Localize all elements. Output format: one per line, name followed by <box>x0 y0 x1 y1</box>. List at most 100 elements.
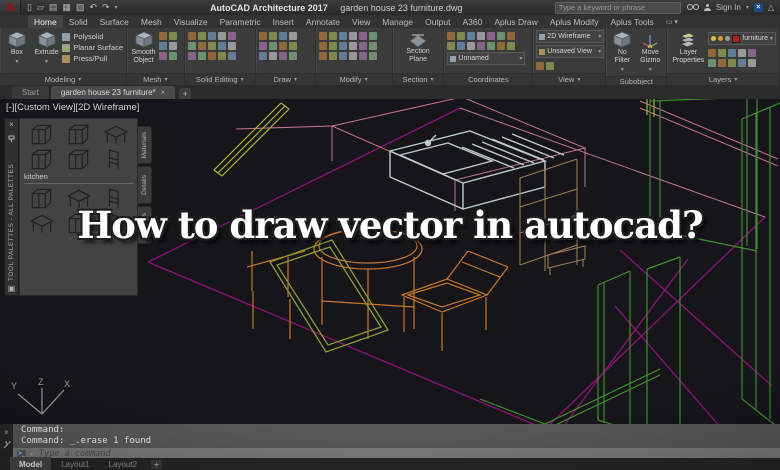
ribbon-tab-visualize[interactable]: Visualize <box>168 15 214 28</box>
block-tool-base-cabinet[interactable] <box>29 148 55 170</box>
press-pull-button[interactable]: Press/Pull <box>62 54 123 63</box>
tool-icon[interactable] <box>169 32 177 40</box>
panel-label-section[interactable]: Section▾ <box>393 73 444 85</box>
tool-icon[interactable] <box>738 49 746 57</box>
tool-icon[interactable] <box>319 42 327 50</box>
tool-icon[interactable] <box>279 32 287 40</box>
tool-icon[interactable] <box>369 52 377 60</box>
layer-lock-icon[interactable] <box>725 36 730 41</box>
panel-label-modify[interactable]: Modify▾ <box>316 73 392 85</box>
tool-icon[interactable] <box>738 59 746 67</box>
extrude-button[interactable]: Extrude▾ <box>33 30 61 66</box>
tool-icon[interactable] <box>467 32 475 40</box>
tool-icon[interactable] <box>497 42 505 50</box>
tool-icon[interactable] <box>748 49 756 57</box>
tool-icon[interactable] <box>319 52 327 60</box>
ribbon-tab-annotate[interactable]: Annotate <box>300 15 346 28</box>
tool-icon[interactable] <box>359 32 367 40</box>
tool-icon[interactable] <box>169 52 177 60</box>
tool-icon[interactable] <box>228 52 236 60</box>
viewport-controls[interactable]: [-][Custom View][2D Wireframe] <box>6 102 139 113</box>
tool-icon[interactable] <box>169 42 177 50</box>
ribbon-tab-output[interactable]: Output <box>419 15 457 28</box>
visual-style-select[interactable]: 2D Wireframe▾ <box>536 30 604 43</box>
command-history[interactable]: Command: Command: _.erase 1 found <box>13 424 780 448</box>
tool-icon[interactable] <box>349 32 357 40</box>
box-button[interactable]: Box▾ <box>3 30 31 66</box>
tool-icon[interactable] <box>457 32 465 40</box>
tool-icon[interactable] <box>457 42 465 50</box>
layer-color-swatch[interactable] <box>732 35 740 43</box>
tool-icon[interactable] <box>718 59 726 67</box>
tool-icon[interactable] <box>507 42 515 50</box>
tool-icon[interactable] <box>218 32 226 40</box>
tool-icon[interactable] <box>329 42 337 50</box>
ribbon-tab-surface[interactable]: Surface <box>94 15 135 28</box>
panel-label-modeling[interactable]: Modeling▾ <box>0 73 126 85</box>
tool-icon[interactable] <box>359 42 367 50</box>
tool-icon[interactable] <box>359 52 367 60</box>
tool-icon[interactable] <box>718 49 726 57</box>
no-filter-button[interactable]: No Filter▾ <box>609 30 635 74</box>
app-logo-icon[interactable]: A <box>0 0 21 15</box>
tool-icon[interactable] <box>228 32 236 40</box>
tool-icon[interactable] <box>188 52 196 60</box>
palette-properties-icon[interactable]: ▣ <box>8 285 16 293</box>
section-plane-button[interactable]: Section Plane <box>397 30 439 64</box>
tool-icon[interactable] <box>467 42 475 50</box>
tool-icon[interactable] <box>208 42 216 50</box>
panel-label-view[interactable]: View▾ <box>533 73 605 85</box>
palette-tab-materials[interactable]: Materials <box>138 126 152 164</box>
tool-icon[interactable] <box>289 42 297 50</box>
ribbon-collapse-icon[interactable]: ▭ ▾ <box>660 15 684 28</box>
ribbon-tab-mesh[interactable]: Mesh <box>135 15 168 28</box>
tool-icon[interactable] <box>208 32 216 40</box>
smooth-object-button[interactable]: Smooth Object <box>130 30 157 65</box>
save-icon[interactable]: ▤ <box>49 2 58 13</box>
ribbon-tab-home[interactable]: Home <box>28 15 63 28</box>
layer-on-icon[interactable] <box>711 36 716 41</box>
tool-icon[interactable] <box>208 52 216 60</box>
tool-icon[interactable] <box>728 49 736 57</box>
search-icon[interactable] <box>687 3 699 12</box>
file-tab-document[interactable]: garden house 23 furniture* × <box>51 86 175 99</box>
block-tool-sink[interactable] <box>103 123 129 145</box>
new-drawing-tab-button[interactable]: + <box>179 88 191 99</box>
tool-icon[interactable] <box>279 52 287 60</box>
planar-surface-button[interactable]: Planar Surface <box>62 43 123 52</box>
ribbon-tab-parametric[interactable]: Parametric <box>214 15 267 28</box>
layer-select[interactable]: furniture ▾ <box>708 32 776 45</box>
exchange-apps-icon[interactable]: × <box>754 3 763 12</box>
ribbon-tab-aplus-tools[interactable]: Aplus Tools <box>604 15 659 28</box>
tool-icon[interactable] <box>536 62 544 70</box>
drawing-canvas[interactable]: [-][Custom View][2D Wireframe] <box>0 99 780 424</box>
new-file-icon[interactable]: ▯ <box>27 2 32 13</box>
tool-icon[interactable] <box>259 52 267 60</box>
save-as-icon[interactable]: ▦ <box>62 2 71 13</box>
tool-icon[interactable] <box>507 32 515 40</box>
tool-icon[interactable] <box>339 42 347 50</box>
tool-icon[interactable] <box>349 52 357 60</box>
tool-icon[interactable] <box>259 32 267 40</box>
tool-icon[interactable] <box>228 42 236 50</box>
tool-icon[interactable] <box>708 59 716 67</box>
tool-icon[interactable] <box>339 32 347 40</box>
tool-icon[interactable] <box>289 52 297 60</box>
sign-in-button[interactable]: Sign In <box>716 3 741 12</box>
palette-pin-icon[interactable] <box>8 133 15 142</box>
tool-icon[interactable] <box>279 42 287 50</box>
tool-icon[interactable] <box>477 32 485 40</box>
tool-icon[interactable] <box>728 59 736 67</box>
open-file-icon[interactable]: ▱ <box>37 2 44 13</box>
file-tab-start[interactable]: Start <box>12 86 49 99</box>
ribbon-tab-manage[interactable]: Manage <box>376 15 419 28</box>
tab-model[interactable]: Model <box>10 457 51 470</box>
tool-icon[interactable] <box>198 42 206 50</box>
tool-icon[interactable] <box>159 32 167 40</box>
command-customize-icon[interactable] <box>3 441 11 449</box>
palette-tab-details[interactable]: Details <box>138 166 152 204</box>
tool-icon[interactable] <box>218 52 226 60</box>
named-view-select[interactable]: Unsaved View▾ <box>536 45 604 58</box>
help-icon[interactable]: △ <box>768 3 774 12</box>
block-tool-cabinet[interactable] <box>29 123 55 145</box>
